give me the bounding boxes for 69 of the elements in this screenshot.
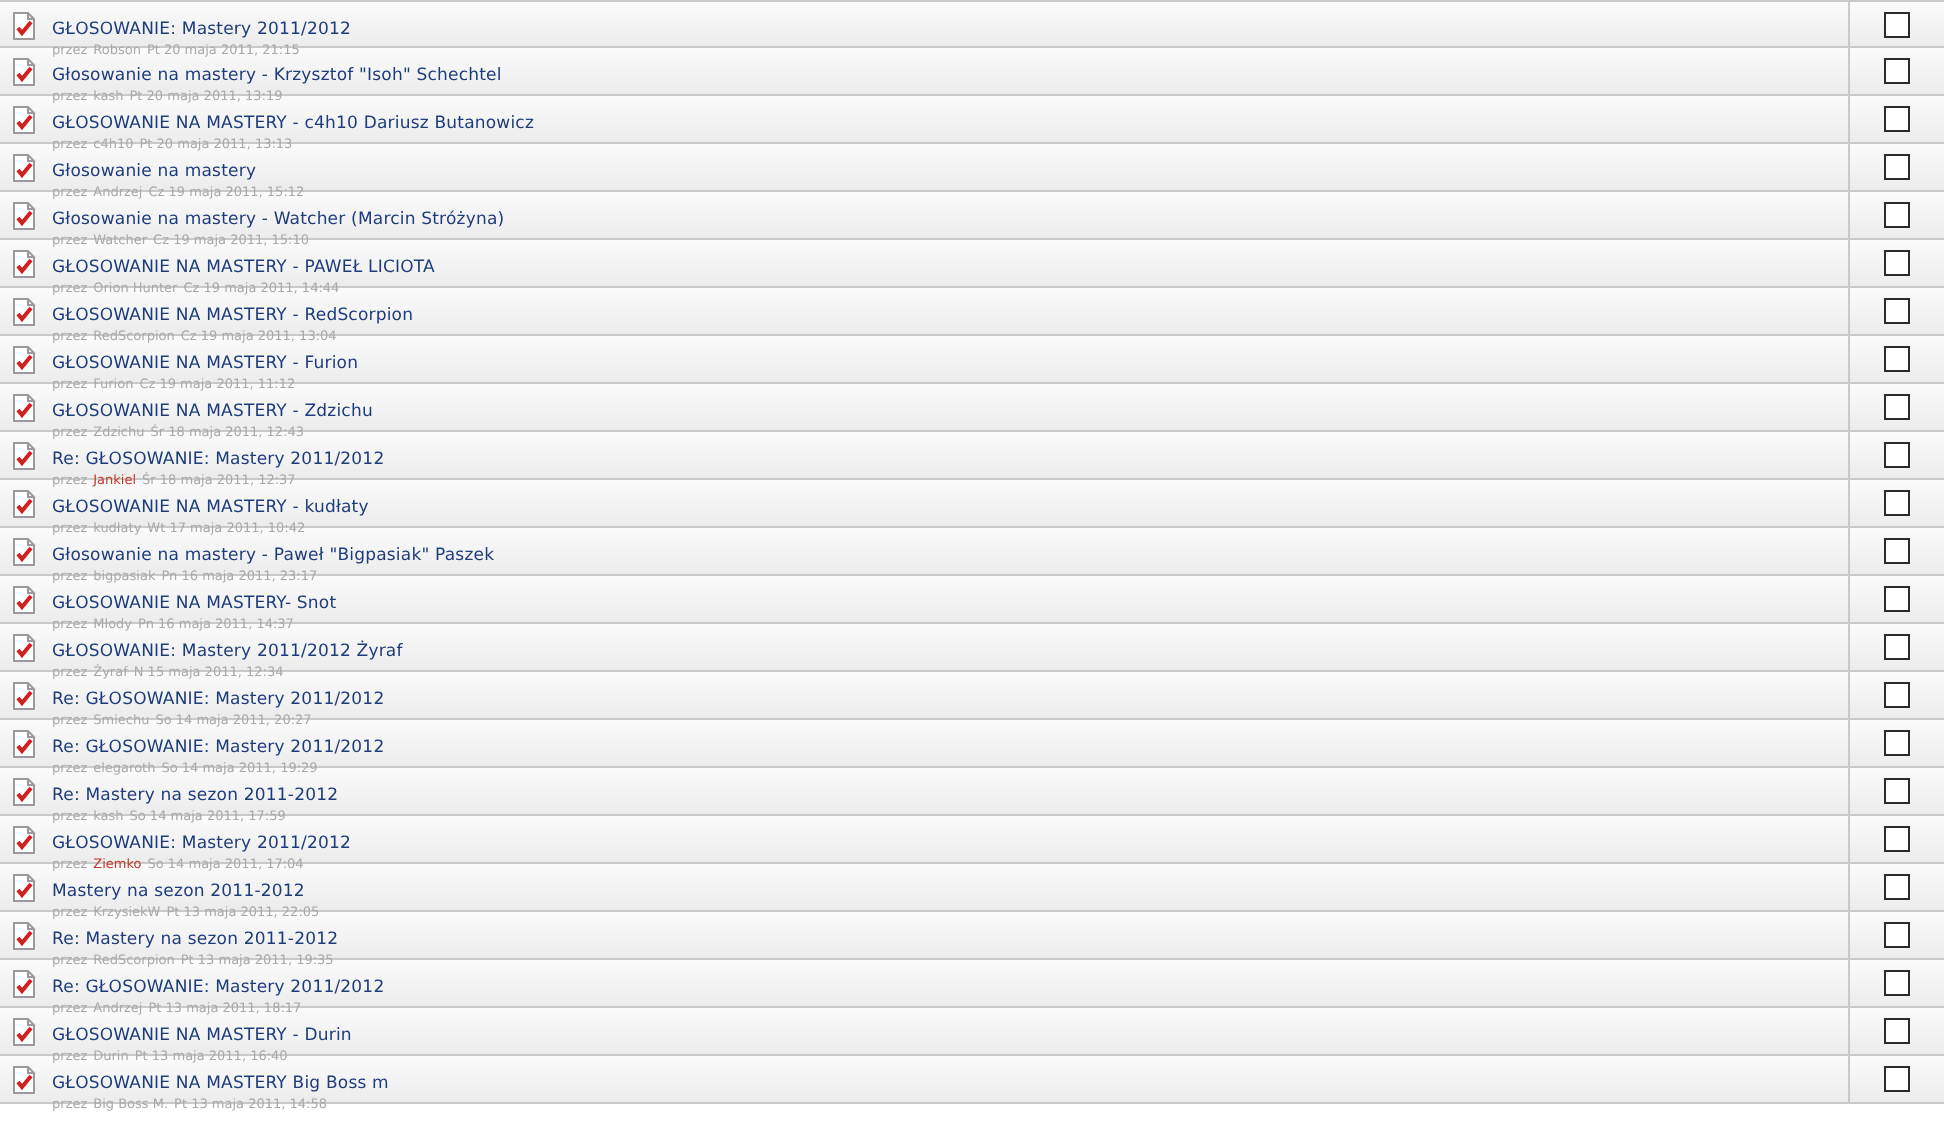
topic-link[interactable]: GŁOSOWANIE NA MASTERY - c4h10 Dariusz Butanowicz bbox=[52, 116, 535, 133]
topic-link[interactable]: GŁOSOWANIE NA MASTERY - kudłaty bbox=[52, 500, 369, 517]
select-checkbox[interactable] bbox=[1884, 634, 1910, 660]
topic-link[interactable]: GŁOSOWANIE NA MASTERY - Durin bbox=[52, 1028, 352, 1045]
document-check-icon bbox=[12, 346, 36, 374]
document-check-icon bbox=[12, 298, 36, 326]
select-checkbox[interactable] bbox=[1884, 58, 1910, 84]
select-checkbox[interactable] bbox=[1884, 250, 1910, 276]
topic-link[interactable]: GŁOSOWANIE NA MASTERY - Zdzichu bbox=[52, 404, 373, 421]
select-checkbox[interactable] bbox=[1884, 202, 1910, 228]
select-checkbox[interactable] bbox=[1884, 154, 1910, 180]
select-checkbox[interactable] bbox=[1884, 778, 1910, 804]
topic-link[interactable]: GŁOSOWANIE: Mastery 2011/2012 Żyraf bbox=[52, 644, 403, 661]
select-checkbox[interactable] bbox=[1884, 682, 1910, 708]
select-checkbox[interactable] bbox=[1884, 346, 1910, 372]
select-checkbox[interactable] bbox=[1884, 922, 1910, 948]
topic-link[interactable]: Re: GŁOSOWANIE: Mastery 2011/2012 bbox=[52, 452, 385, 469]
document-check-icon bbox=[12, 922, 36, 950]
document-check-icon bbox=[12, 154, 36, 182]
select-checkbox[interactable] bbox=[1884, 730, 1910, 756]
topic-link[interactable]: GŁOSOWANIE: Mastery 2011/2012 bbox=[52, 836, 351, 853]
document-check-icon bbox=[12, 634, 36, 662]
topic-link[interactable]: GŁOSOWANIE NA MASTERY Big Boss m bbox=[52, 1076, 389, 1093]
document-check-icon bbox=[12, 586, 36, 614]
document-check-icon bbox=[12, 490, 36, 518]
document-check-icon bbox=[12, 778, 36, 806]
document-check-icon bbox=[12, 202, 36, 230]
select-checkbox[interactable] bbox=[1884, 1066, 1910, 1092]
topic-link[interactable]: Re: Mastery na sezon 2011-2012 bbox=[52, 788, 339, 805]
topic-link[interactable]: Re: GŁOSOWANIE: Mastery 2011/2012 bbox=[52, 980, 385, 997]
document-check-icon bbox=[12, 682, 36, 710]
topic-link[interactable]: Re: GŁOSOWANIE: Mastery 2011/2012 bbox=[52, 692, 385, 709]
topic-link[interactable]: Głosowanie na mastery - Krzysztof "Isoh" Schechtel bbox=[52, 68, 502, 85]
topic-link[interactable]: GŁOSOWANIE NA MASTERY - RedScorpion bbox=[52, 308, 414, 325]
document-check-icon bbox=[12, 874, 36, 902]
document-check-icon bbox=[12, 106, 36, 134]
topic-link[interactable]: GŁOSOWANIE NA MASTERY- Snot bbox=[52, 596, 337, 613]
topic-link[interactable]: GŁOSOWANIE NA MASTERY - PAWEŁ LICIOTA bbox=[52, 260, 435, 277]
document-check-icon bbox=[12, 538, 36, 566]
document-check-icon bbox=[12, 394, 36, 422]
select-checkbox[interactable] bbox=[1884, 874, 1910, 900]
select-checkbox[interactable] bbox=[1884, 490, 1910, 516]
topic-link[interactable]: Re: GŁOSOWANIE: Mastery 2011/2012 bbox=[52, 740, 385, 757]
topic-link[interactable]: GŁOSOWANIE: Mastery 2011/2012 bbox=[52, 22, 351, 39]
select-checkbox[interactable] bbox=[1884, 826, 1910, 852]
select-checkbox[interactable] bbox=[1884, 970, 1910, 996]
document-check-icon bbox=[12, 826, 36, 854]
document-check-icon bbox=[12, 12, 36, 40]
document-check-icon bbox=[12, 442, 36, 470]
topic-link[interactable]: Głosowanie na mastery bbox=[52, 164, 257, 181]
select-checkbox[interactable] bbox=[1884, 586, 1910, 612]
select-checkbox[interactable] bbox=[1884, 106, 1910, 132]
topic-link[interactable]: Głosowanie na mastery - Watcher (Marcin Stróżyna) bbox=[52, 212, 505, 229]
document-check-icon bbox=[12, 970, 36, 998]
topic-link[interactable]: GŁOSOWANIE NA MASTERY - Furion bbox=[52, 356, 359, 373]
select-checkbox[interactable] bbox=[1884, 298, 1910, 324]
topic-link[interactable]: Mastery na sezon 2011-2012 bbox=[52, 884, 305, 901]
topic-link[interactable]: Re: Mastery na sezon 2011-2012 bbox=[52, 932, 339, 949]
select-checkbox[interactable] bbox=[1884, 1018, 1910, 1044]
document-check-icon bbox=[12, 1066, 36, 1094]
select-checkbox[interactable] bbox=[1884, 442, 1910, 468]
document-check-icon bbox=[12, 58, 36, 86]
document-check-icon bbox=[12, 250, 36, 278]
document-check-icon bbox=[12, 1018, 36, 1046]
select-checkbox[interactable] bbox=[1884, 538, 1910, 564]
select-checkbox[interactable] bbox=[1884, 394, 1910, 420]
document-check-icon bbox=[12, 730, 36, 758]
topic-link[interactable]: Głosowanie na mastery - Paweł "Bigpasiak" Paszek bbox=[52, 548, 495, 565]
select-checkbox[interactable] bbox=[1884, 11, 1910, 37]
